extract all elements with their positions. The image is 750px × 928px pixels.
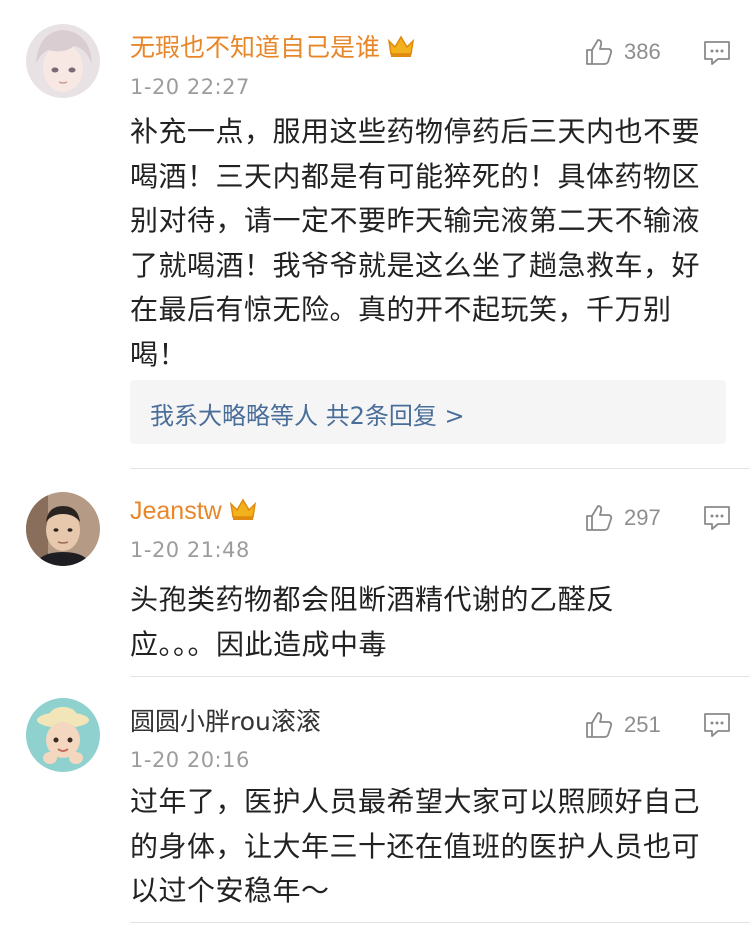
avatar[interactable] — [26, 24, 100, 98]
avatar[interactable] — [26, 698, 100, 772]
avatar[interactable] — [26, 492, 100, 566]
divider — [130, 468, 750, 469]
avatar-child-portrait — [26, 698, 100, 772]
like-count: 297 — [624, 505, 661, 530]
divider — [130, 922, 750, 923]
timestamp: 1-20 20:16 — [130, 748, 250, 772]
thumbs-up-icon — [586, 39, 613, 65]
timestamp: 1-20 21:48 — [130, 538, 250, 562]
comment-item: 圆圆小胖rou滚滚 1-20 20:16 251 过年了，医护人员最希望大家可以… — [0, 678, 750, 928]
comment-icon[interactable] — [702, 710, 732, 740]
view-replies-link[interactable]: 我系大略略等人 共2条回复 > — [150, 396, 465, 431]
like-count: 251 — [624, 712, 661, 737]
thumbs-up-icon — [586, 505, 613, 531]
comment-item: 无瑕也不知道自己是谁 1-20 22:27 386 补充一点，服用这些药物停药后… — [0, 0, 750, 470]
comment-text: 头孢类药物都会阻断酒精代谢的乙醛反应。。。因此造成中毒 — [130, 583, 615, 661]
crown-icon — [229, 498, 256, 520]
like-count: 386 — [624, 39, 661, 64]
like-button[interactable]: 251 — [584, 709, 661, 741]
timestamp: 1-20 22:27 — [130, 75, 250, 99]
comment-text: 过年了，医护人员最希望大家可以照顾好自己的身体，让大年三十还在值班的医护人员也可… — [130, 785, 701, 907]
divider — [130, 676, 750, 677]
reply-preview[interactable]: 我系大略略等人 共2条回复 > — [130, 380, 726, 444]
username-text[interactable]: 无瑕也不知道自己是谁 — [130, 33, 380, 62]
username-text[interactable]: 圆圆小胖rou滚滚 — [130, 707, 321, 736]
avatar-anime-portrait — [26, 24, 100, 98]
comment-item: Jeanstw 1-20 21:48 297 头孢类药物都会阻断酒精代谢的乙醛反… — [0, 470, 750, 678]
like-button[interactable]: 297 — [584, 502, 661, 534]
crown-icon — [387, 35, 415, 57]
username-text[interactable]: Jeanstw — [130, 497, 222, 525]
comment-icon[interactable] — [702, 38, 732, 68]
comment-icon[interactable] — [702, 503, 732, 533]
comment-text: 补充一点，服用这些药物停药后三天内也不要喝酒！三天内都是有可能猝死的！具体药物区… — [130, 115, 701, 371]
avatar-man-portrait — [26, 492, 100, 566]
thumbs-up-icon — [586, 712, 613, 738]
username[interactable]: Jeanstw — [130, 495, 258, 527]
username[interactable]: 无瑕也不知道自己是谁 — [130, 32, 416, 64]
like-button[interactable]: 386 — [584, 36, 661, 68]
username[interactable]: 圆圆小胖rou滚滚 — [130, 706, 321, 738]
